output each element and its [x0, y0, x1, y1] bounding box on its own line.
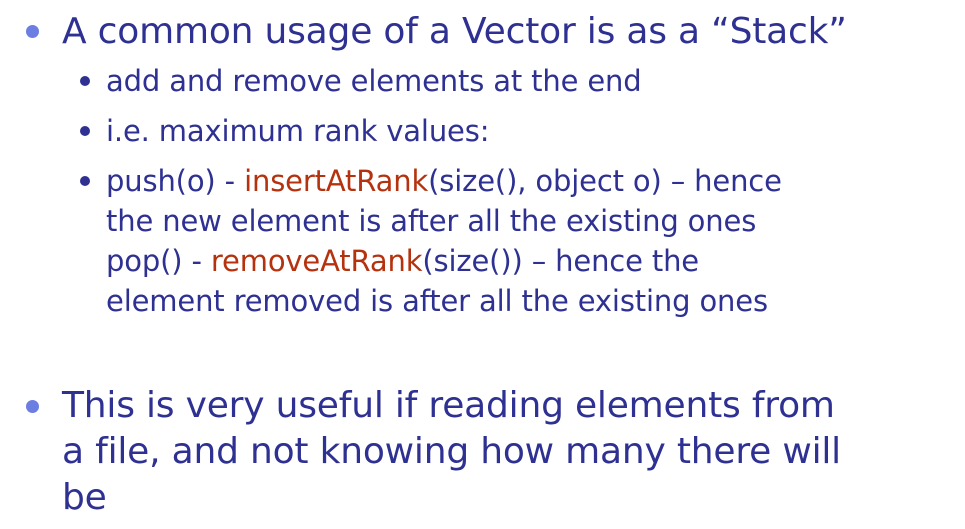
slide: A common usage of a Vector is as a “Stac… — [0, 0, 965, 529]
sub-bullet-dot — [80, 126, 90, 136]
code-text: (size()) – hence the — [422, 244, 699, 278]
bullet-dot — [26, 400, 39, 413]
bullet-text: This is very useful if reading elements … — [62, 385, 835, 426]
bullet-text: be — [62, 477, 107, 518]
code-text: push(o) - — [106, 164, 245, 198]
bullet-text: a file, and not knowing how many there w… — [62, 431, 841, 472]
code-text: (size(), object o) – hence — [428, 164, 782, 198]
sub-bullet-line: the new element is after all the existin… — [106, 204, 757, 238]
method-name: insertAtRank — [244, 164, 429, 198]
bullet-text: A common usage of a Vector is as a “Stac… — [62, 11, 847, 52]
sub-bullet-dot — [80, 176, 90, 186]
sub-bullet-line: element removed is after all the existin… — [106, 284, 768, 318]
bullet-dot — [26, 25, 39, 38]
sub-bullet-line: push(o) - insertAtRank(size(), object o)… — [106, 161, 782, 201]
method-name: removeAtRank — [210, 244, 423, 278]
sub-bullet-dot — [80, 76, 90, 86]
sub-bullet-text: add and remove elements at the end — [106, 64, 642, 98]
code-text: pop() - — [106, 244, 211, 278]
sub-bullet-line: pop() - removeAtRank(size()) – hence the — [106, 241, 699, 281]
sub-bullet-text: i.e. maximum rank values: — [106, 114, 490, 148]
